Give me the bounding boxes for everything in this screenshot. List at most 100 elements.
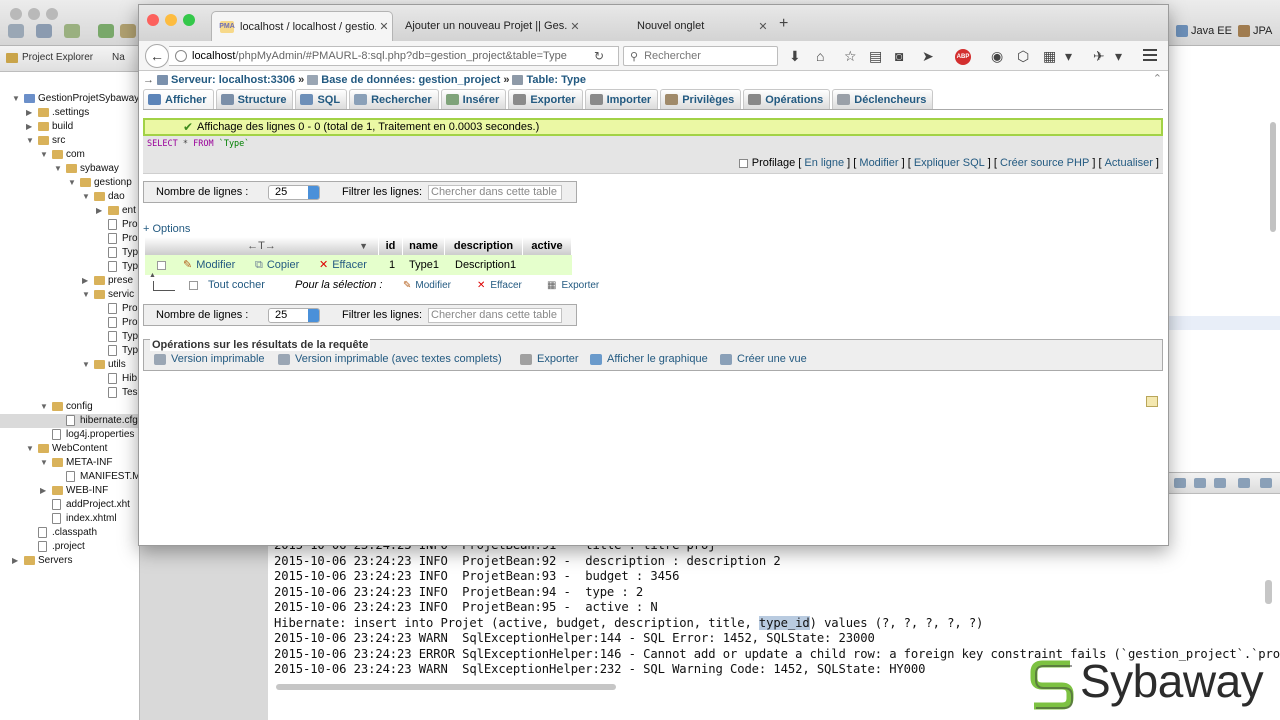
- send-icon[interactable]: ➤: [922, 48, 934, 64]
- cell-name[interactable]: Type1: [409, 255, 439, 275]
- column-header-active[interactable]: active: [523, 237, 572, 255]
- tree-item[interactable]: Typ: [0, 260, 139, 274]
- horizontal-scrollbar[interactable]: [276, 684, 616, 690]
- zoom-window-button[interactable]: [183, 14, 195, 26]
- profiling-checkbox[interactable]: [738, 158, 748, 168]
- expand-arrow-icon[interactable]: ▼: [40, 400, 50, 414]
- expand-arrow-icon[interactable]: ▼: [12, 92, 22, 106]
- tree-item[interactable]: ▼ dao: [0, 190, 139, 204]
- new-file-icon[interactable]: [8, 24, 24, 38]
- dropdown-icon[interactable]: ▾: [1115, 48, 1122, 64]
- url-bar[interactable]: localhost/phpMyAdmin/#PMAURL-8:sql.php?d…: [169, 46, 619, 66]
- reload-icon[interactable]: ↻: [594, 49, 604, 63]
- print-view-full-link[interactable]: Version imprimable (avec textes complets…: [278, 353, 502, 365]
- check-all-checkbox[interactable]: [189, 281, 198, 290]
- tree-item[interactable]: ▼ GestionProjetSybaway: [0, 92, 139, 106]
- view-icon[interactable]: [1238, 478, 1250, 488]
- tab-inserer[interactable]: Insérer: [440, 89, 507, 109]
- expand-arrow-icon[interactable]: ▼: [54, 162, 64, 176]
- bookmark-star-icon[interactable]: ☆: [844, 48, 857, 64]
- tree-item[interactable]: Hib: [0, 372, 139, 386]
- console-toggle-icon[interactable]: [1146, 396, 1158, 407]
- perspective-java-ee[interactable]: Java EE: [1176, 22, 1232, 40]
- inline-edit-link[interactable]: En ligne: [804, 157, 844, 169]
- tab-afficher[interactable]: Afficher: [143, 89, 214, 109]
- browser-tab-new[interactable]: Nouvel onglet ✕: [591, 11, 771, 41]
- tree-item[interactable]: .classpath: [0, 526, 139, 540]
- edit-sql-link[interactable]: Modifier: [859, 157, 898, 169]
- column-header-description[interactable]: description: [445, 237, 523, 255]
- breadcrumb-table[interactable]: Table: Type: [526, 74, 586, 86]
- cell-id[interactable]: 1: [389, 255, 395, 275]
- tab-sql[interactable]: SQL: [295, 89, 348, 109]
- expand-arrow-icon[interactable]: ▼: [82, 288, 92, 302]
- tree-item[interactable]: ▼ servic: [0, 288, 139, 302]
- refresh-link[interactable]: Actualiser: [1105, 157, 1153, 169]
- close-tab-icon[interactable]: ✕: [755, 20, 771, 33]
- collapse-arrow-icon[interactable]: ▶: [26, 120, 36, 134]
- close-tab-icon[interactable]: ✕: [567, 20, 583, 33]
- expand-arrow-icon[interactable]: ▼: [26, 442, 36, 456]
- explain-sql-link[interactable]: Expliquer SQL: [914, 157, 985, 169]
- tab-privileges[interactable]: Privilèges: [660, 89, 742, 109]
- export-results-link[interactable]: Exporter: [520, 353, 579, 365]
- row-delete-link[interactable]: ✕ Effacer: [319, 255, 367, 275]
- navigator-tab[interactable]: Na: [112, 52, 125, 63]
- minimize-window-button[interactable]: [165, 14, 177, 26]
- search-bar[interactable]: ⚲ Rechercher: [623, 46, 778, 66]
- tree-item[interactable]: .project: [0, 540, 139, 554]
- tree-item[interactable]: ▼ gestionp: [0, 176, 139, 190]
- tree-item[interactable]: ▼ src: [0, 134, 139, 148]
- expand-arrow-icon[interactable]: ▼: [40, 456, 50, 470]
- tree-item[interactable]: MANIFEST.M: [0, 470, 139, 484]
- options-link[interactable]: + Options: [143, 223, 190, 235]
- expand-arrow-icon[interactable]: ▼: [82, 190, 92, 204]
- expand-arrow-icon[interactable]: ▼: [82, 358, 92, 372]
- tree-item[interactable]: index.xhtml: [0, 512, 139, 526]
- tab-rechercher[interactable]: Rechercher: [349, 89, 439, 109]
- collapse-arrow-icon[interactable]: ▶: [26, 106, 36, 120]
- run-icon[interactable]: [98, 24, 114, 38]
- breadcrumb-database[interactable]: Base de données: gestion_project: [321, 74, 500, 86]
- tree-item[interactable]: Pro: [0, 218, 139, 232]
- chevron-down-icon[interactable]: ▼: [359, 237, 368, 255]
- collapse-arrow-icon[interactable]: ▶: [82, 274, 92, 288]
- tree-item[interactable]: log4j.properties: [0, 428, 139, 442]
- tree-item[interactable]: ▶ Servers: [0, 554, 139, 568]
- tree-item[interactable]: ▼ utils: [0, 358, 139, 372]
- extension-icon[interactable]: ✈: [1093, 48, 1105, 64]
- scrollbar[interactable]: [1270, 122, 1276, 232]
- view-icon[interactable]: [1194, 478, 1206, 488]
- bulk-edit-button[interactable]: ✎ Modifier: [403, 280, 451, 291]
- eclipse-zoom-dot[interactable]: [46, 8, 58, 20]
- tool-icon[interactable]: [120, 24, 136, 38]
- tree-item[interactable]: addProject.xht: [0, 498, 139, 512]
- tree-item[interactable]: ▼ com: [0, 148, 139, 162]
- hamburger-menu-icon[interactable]: [1143, 49, 1157, 61]
- create-php-link[interactable]: Créer source PHP: [1000, 157, 1089, 169]
- browser-tab-phpmyadmin[interactable]: PMA localhost / localhost / gestio... ✕: [211, 11, 393, 41]
- home-icon[interactable]: ⌂: [816, 48, 824, 64]
- column-header-id[interactable]: id: [379, 237, 403, 255]
- tab-importer[interactable]: Importer: [584, 89, 659, 109]
- bulk-export-button[interactable]: ▦ Exporter: [547, 280, 599, 291]
- dropdown-icon[interactable]: ▾: [1065, 48, 1072, 64]
- row-edit-link[interactable]: ✎ Modifier: [183, 255, 235, 275]
- column-sort-arrows-icon[interactable]: ←T→: [247, 240, 276, 252]
- eclipse-close-dot[interactable]: [10, 8, 22, 20]
- row-copy-link[interactable]: ⧉ Copier: [255, 255, 299, 275]
- tree-item[interactable]: Typ: [0, 344, 139, 358]
- tree-item[interactable]: Tes: [0, 386, 139, 400]
- rows-per-page-select[interactable]: 25: [268, 308, 320, 323]
- tab-structure[interactable]: Structure: [215, 89, 294, 109]
- save-icon[interactable]: [36, 24, 52, 38]
- filter-rows-input[interactable]: Chercher dans cette table: [428, 308, 562, 323]
- extension-icon[interactable]: ▦: [1043, 48, 1056, 64]
- filter-rows-input[interactable]: Chercher dans cette table: [428, 185, 562, 200]
- download-icon[interactable]: ⬇: [789, 48, 801, 64]
- new-tab-button[interactable]: +: [779, 15, 788, 33]
- bookmarks-list-icon[interactable]: ▤: [869, 48, 882, 64]
- tree-item[interactable]: hibernate.cfg: [0, 414, 139, 428]
- extension-icon[interactable]: ⬡: [1017, 48, 1029, 64]
- view-icon[interactable]: [1260, 478, 1272, 488]
